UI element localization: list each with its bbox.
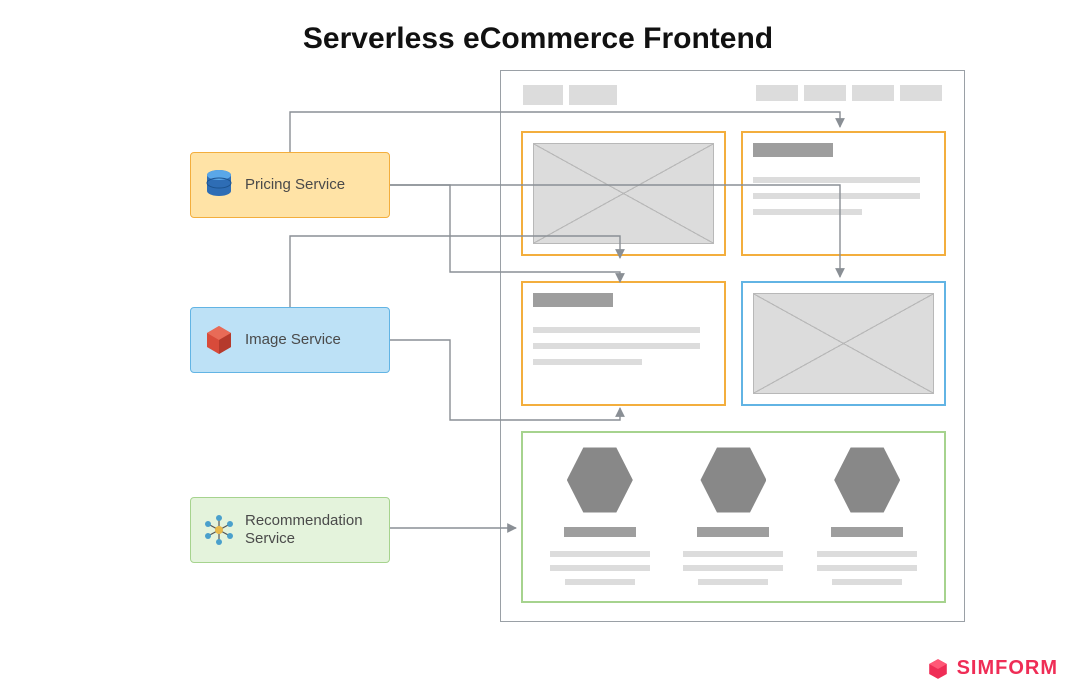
service-label: Pricing Service: [245, 176, 345, 194]
text-line: [753, 193, 920, 199]
text-line: [565, 579, 635, 585]
text-line: [683, 551, 783, 557]
nav-block: [852, 85, 894, 101]
hexagon-icon: [834, 443, 900, 517]
heading-placeholder: [697, 527, 769, 537]
text-line: [832, 579, 902, 585]
reco-item: [540, 443, 660, 591]
diagram-title: Serverless eCommerce Frontend: [0, 22, 1076, 56]
card-mid-right: [741, 281, 946, 406]
logo-block: [523, 85, 563, 105]
card-top-left: [521, 131, 726, 256]
text-line: [533, 359, 642, 365]
service-label: Image Service: [245, 331, 341, 349]
database-icon: [203, 169, 235, 201]
text-line: [753, 177, 920, 183]
text-line: [533, 343, 700, 349]
simform-mark-icon: [927, 658, 949, 680]
recommendation-service-box: Recommendation Service: [190, 497, 390, 563]
service-label: Recommendation Service: [245, 512, 389, 548]
nav-block: [900, 85, 942, 101]
cube-icon: [203, 324, 235, 356]
text-line: [753, 209, 862, 215]
heading-placeholder: [753, 143, 833, 157]
text-line: [550, 565, 650, 571]
graph-icon: [203, 514, 235, 546]
pricing-service-box: Pricing Service: [190, 152, 390, 218]
heading-placeholder: [533, 293, 613, 307]
frontend-wireframe: [500, 70, 965, 622]
brand-logo: SIMFORM: [927, 657, 1058, 680]
text-line: [683, 565, 783, 571]
nav-block: [804, 85, 846, 101]
hexagon-icon: [700, 443, 766, 517]
nav-block: [756, 85, 798, 101]
brand-text: SIMFORM: [957, 657, 1058, 680]
reco-item: [807, 443, 927, 591]
card-bottom: [521, 431, 946, 603]
logo-block: [569, 85, 617, 105]
card-mid-left: [521, 281, 726, 406]
heading-placeholder: [564, 527, 636, 537]
image-service-box: Image Service: [190, 307, 390, 373]
card-top-right: [741, 131, 946, 256]
text-line: [817, 565, 917, 571]
text-line: [817, 551, 917, 557]
image-placeholder: [753, 293, 934, 394]
reco-item: [673, 443, 793, 591]
heading-placeholder: [831, 527, 903, 537]
hexagon-icon: [567, 443, 633, 517]
text-line: [533, 327, 700, 333]
image-placeholder: [533, 143, 714, 244]
text-line: [698, 579, 768, 585]
text-line: [550, 551, 650, 557]
